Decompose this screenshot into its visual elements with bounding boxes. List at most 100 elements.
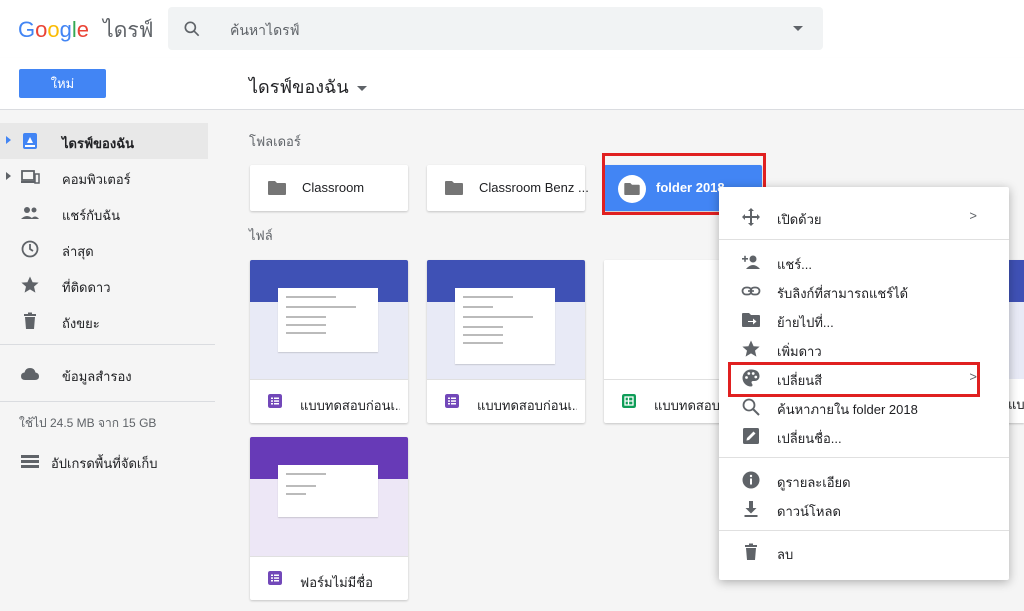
sidebar-item-trash[interactable]: ถังขยะ (0, 303, 208, 339)
divider (0, 344, 215, 345)
divider (0, 401, 215, 402)
sidebar: ไดรฟ์ของฉัน คอมพิวเตอร์ แชร์กับฉัน ล่าสุ… (0, 110, 215, 611)
forms-icon (268, 394, 282, 408)
clock-icon (21, 240, 39, 258)
sidebar-item-label: คอมพิวเตอร์ (62, 172, 131, 187)
search-icon[interactable] (182, 19, 202, 39)
sidebar-item-shared[interactable]: แชร์กับฉัน (0, 195, 208, 231)
sidebar-item-computers[interactable]: คอมพิวเตอร์ (0, 159, 208, 195)
download-icon (744, 501, 758, 517)
file-name: ฟอร์มไม่มีชื่อ (300, 575, 373, 590)
folder-icon (268, 181, 286, 195)
menu-item-add-star[interactable]: เพิ่มดาว (719, 334, 1009, 363)
menu-item-remove[interactable]: ลบ (719, 537, 1009, 566)
menu-item-download[interactable]: ดาวน์โหลด (719, 494, 1009, 523)
storage-icon (21, 455, 39, 468)
expand-arrow-icon[interactable] (6, 136, 11, 144)
logo-letter: o (35, 17, 48, 42)
divider (719, 530, 1009, 531)
trash-icon (24, 312, 36, 329)
menu-item-label: เปิดด้วย (777, 212, 822, 227)
drive-icon (23, 133, 37, 149)
toolbar: ใหม่ ไดรฟ์ของฉัน (0, 58, 1024, 110)
menu-item-label: ดาวน์โหลด (777, 504, 841, 519)
menu-item-open-with[interactable]: เปิดด้วย > (719, 202, 1009, 231)
sidebar-item-recent[interactable]: ล่าสุด (0, 231, 208, 267)
forms-icon (268, 571, 282, 585)
share-person-icon (742, 255, 760, 269)
sidebar-item-label: ไดรฟ์ของฉัน (62, 136, 134, 151)
info-icon (742, 471, 760, 489)
file-thumbnail (250, 437, 408, 556)
upgrade-storage-link[interactable]: อัปเกรดพื้นที่จัดเก็บ (0, 445, 208, 475)
logo-letter: o (47, 17, 60, 42)
menu-item-label: รับลิงก์ที่สามารถแชร์ได้ (777, 286, 909, 301)
sidebar-item-backups[interactable]: ข้อมูลสำรอง (0, 356, 208, 392)
link-icon (741, 286, 761, 296)
sidebar-item-starred[interactable]: ที่ติดดาว (0, 267, 208, 303)
search-bar[interactable]: ค้นหาไดรฟ์ (168, 7, 823, 50)
sidebar-item-label: ถังขยะ (62, 316, 100, 331)
files-heading: ไฟล์ (249, 228, 273, 243)
submenu-arrow-icon: > (969, 208, 977, 223)
upgrade-label: อัปเกรดพื้นที่จัดเก็บ (51, 456, 158, 471)
menu-item-view-details[interactable]: ดูรายละเอียด (719, 465, 1009, 494)
file-card[interactable]: แบบทดสอบก่อนเ... (250, 260, 408, 423)
search-options-icon[interactable] (793, 26, 803, 31)
chevron-down-icon (356, 85, 367, 91)
rename-icon (743, 428, 759, 444)
logo-letter: G (18, 17, 36, 42)
computer-icon (21, 170, 40, 184)
file-thumbnail (250, 260, 408, 379)
sidebar-item-label: แชร์กับฉัน (62, 208, 121, 223)
menu-item-rename[interactable]: เปลี่ยนชื่อ... (719, 421, 1009, 450)
file-name: แบบทดสอบก่อนเ... (300, 398, 400, 413)
file-card[interactable]: ฟอร์มไม่มีชื่อ (250, 437, 408, 600)
sidebar-item-label: ที่ติดดาว (62, 280, 111, 295)
divider (719, 457, 1009, 458)
thumbnail-page (278, 288, 378, 352)
menu-item-label: เปลี่ยนชื่อ... (777, 431, 842, 446)
google-drive-logo[interactable]: Google ไดรฟ์ (18, 14, 154, 47)
file-name: แบบทดสอบก่อนเ... (477, 398, 577, 413)
folder-card[interactable]: Classroom (250, 165, 408, 211)
storage-usage: ใช้ไป 24.5 MB จาก 15 GB (19, 416, 157, 430)
expand-arrow-icon[interactable] (6, 172, 11, 180)
menu-item-label: ย้ายไปที่... (777, 315, 834, 330)
logo-letter: g (59, 17, 72, 42)
new-button[interactable]: ใหม่ (19, 69, 106, 98)
menu-item-move-to[interactable]: ย้ายไปที่... (719, 305, 1009, 334)
logo-letter: e (76, 17, 90, 42)
folder-name: Classroom (302, 180, 365, 195)
file-footer: ฟอร์มไม่มีชื่อ (250, 556, 408, 600)
menu-item-share[interactable]: แชร์... (719, 247, 1009, 276)
menu-item-label: แชร์... (777, 257, 813, 272)
people-icon (21, 207, 39, 219)
star-icon (742, 340, 760, 357)
file-thumbnail (427, 260, 585, 379)
my-drive-dropdown[interactable]: ไดรฟ์ของฉัน (249, 72, 367, 101)
thumbnail-page (278, 465, 378, 517)
folders-heading: โฟลเดอร์ (249, 134, 301, 149)
search-icon (742, 398, 760, 416)
file-name: แบ (1008, 397, 1024, 412)
menu-item-get-link[interactable]: รับลิงก์ที่สามารถแชร์ได้ (719, 276, 1009, 305)
sidebar-item-my-drive[interactable]: ไดรฟ์ของฉัน (0, 123, 208, 159)
open-with-icon (742, 208, 760, 226)
file-footer: แบบทดสอบก่อนเ... (427, 379, 585, 423)
product-name: ไดรฟ์ (103, 19, 154, 42)
top-bar: Google ไดรฟ์ ค้นหาไดรฟ์ (0, 0, 1024, 58)
divider (719, 239, 1009, 240)
search-input[interactable]: ค้นหาไดรฟ์ (230, 20, 300, 42)
file-card[interactable]: แบบทดสอบก่อนเ... (427, 260, 585, 423)
menu-item-label: ค้นหาภายใน folder 2018 (777, 402, 918, 417)
sheets-icon (622, 394, 636, 408)
menu-item-label: เพิ่มดาว (777, 344, 822, 359)
folder-icon (445, 181, 463, 195)
highlight-box (728, 362, 980, 397)
thumbnail-page (455, 288, 555, 364)
folder-card[interactable]: Classroom Benz ... (427, 165, 589, 211)
sidebar-item-label: ข้อมูลสำรอง (62, 369, 132, 384)
menu-item-label: ดูรายละเอียด (777, 475, 851, 490)
trash-icon (745, 543, 757, 560)
